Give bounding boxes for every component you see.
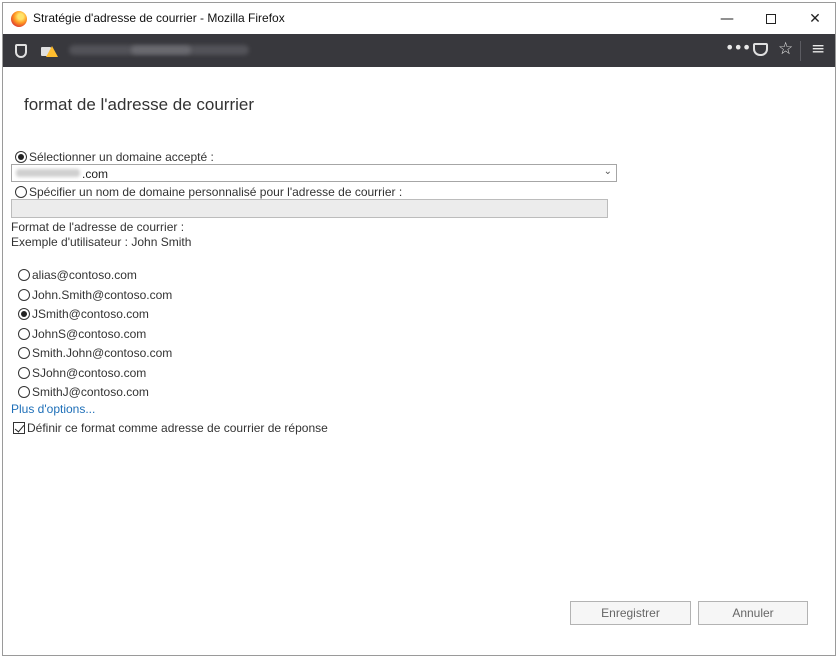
minimize-button[interactable]: — xyxy=(705,7,749,31)
format-option[interactable]: SJohn@contoso.com xyxy=(18,365,146,380)
save-button[interactable]: Enregistrer xyxy=(570,601,691,625)
example-user-text: Exemple d'utilisateur : John Smith xyxy=(11,235,192,249)
format-option[interactable]: John.Smith@contoso.com xyxy=(18,287,172,302)
close-button[interactable]: ✕ xyxy=(793,7,837,31)
hamburger-menu-icon[interactable]: ≡ xyxy=(811,39,825,59)
bookmark-star-icon[interactable]: ☆ xyxy=(778,39,793,59)
accepted-domain-option[interactable]: Sélectionner un domaine accepté : xyxy=(15,149,214,164)
window-title: Stratégie d'adresse de courrier - Mozill… xyxy=(33,11,285,25)
page-content: format de l'adresse de courrier Sélectio… xyxy=(3,67,835,655)
format-radio[interactable] xyxy=(18,327,30,340)
domain-name-redacted xyxy=(16,169,80,177)
format-radio[interactable] xyxy=(18,307,30,320)
format-radio[interactable] xyxy=(18,385,30,398)
page-actions-more-icon[interactable]: ••• xyxy=(725,38,751,57)
format-option[interactable]: alias@contoso.com xyxy=(18,267,137,282)
firefox-logo-icon xyxy=(11,11,27,27)
chevron-down-icon: ⌄ xyxy=(603,166,612,177)
format-option[interactable]: Smith.John@contoso.com xyxy=(18,345,172,360)
format-option-label: JSmith@contoso.com xyxy=(32,306,149,321)
format-option[interactable]: JohnS@contoso.com xyxy=(18,326,146,341)
format-option-label: Smith.John@contoso.com xyxy=(32,345,173,360)
format-radio[interactable] xyxy=(18,268,30,281)
format-radio[interactable] xyxy=(18,288,30,301)
page-title: format de l'adresse de courrier xyxy=(24,95,255,114)
format-option-label: alias@contoso.com xyxy=(32,267,137,282)
format-option-label: SmithJ@contoso.com xyxy=(32,384,149,399)
reply-address-checkbox[interactable] xyxy=(13,421,25,434)
domain-select[interactable]: .com ⌄ xyxy=(11,164,617,182)
accepted-domain-radio[interactable] xyxy=(15,150,27,163)
reply-address-option[interactable]: Définir ce format comme adresse de courr… xyxy=(13,420,328,435)
format-option-label: SJohn@contoso.com xyxy=(32,365,147,380)
pocket-icon[interactable] xyxy=(753,43,768,56)
title-bar: Stratégie d'adresse de courrier - Mozill… xyxy=(3,3,835,34)
tracking-protection-shield-icon[interactable] xyxy=(15,44,27,58)
browser-window: Stratégie d'adresse de courrier - Mozill… xyxy=(2,2,836,656)
accepted-domain-label: Sélectionner un domaine accepté : xyxy=(29,149,214,164)
maximize-button[interactable] xyxy=(749,7,793,31)
cancel-button[interactable]: Annuler xyxy=(698,601,808,625)
custom-domain-radio[interactable] xyxy=(15,185,27,198)
browser-toolbar: ••• ☆ ≡ xyxy=(3,34,835,67)
domain-select-value: .com xyxy=(82,167,109,181)
format-option[interactable]: SmithJ@contoso.com xyxy=(18,384,149,399)
more-options-link[interactable]: Plus d'options... xyxy=(11,402,95,416)
format-option[interactable]: JSmith@contoso.com xyxy=(18,306,149,321)
custom-domain-label: Spécifier un nom de domaine personnalisé… xyxy=(29,184,403,199)
url-text-redacted xyxy=(131,46,191,54)
toolbar-divider xyxy=(800,41,801,61)
format-radio[interactable] xyxy=(18,366,30,379)
maximize-icon xyxy=(766,14,776,24)
format-option-label: John.Smith@contoso.com xyxy=(32,287,173,302)
insecure-lock-warning-icon[interactable] xyxy=(41,43,58,57)
format-radio[interactable] xyxy=(18,346,30,359)
custom-domain-input[interactable] xyxy=(11,199,608,218)
format-heading: Format de l'adresse de courrier : xyxy=(11,220,185,234)
format-option-label: JohnS@contoso.com xyxy=(32,326,147,341)
custom-domain-option[interactable]: Spécifier un nom de domaine personnalisé… xyxy=(15,184,402,199)
reply-address-label: Définir ce format comme adresse de courr… xyxy=(27,420,328,435)
